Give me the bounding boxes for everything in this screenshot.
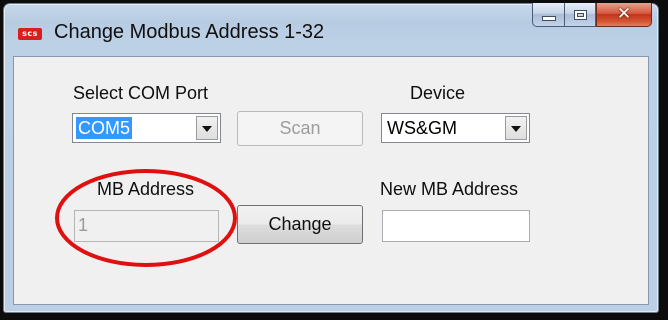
chevron-down-icon[interactable] xyxy=(196,116,218,140)
device-value: WS&GM xyxy=(387,118,457,138)
scan-button[interactable]: Scan xyxy=(237,111,363,146)
dialog-client-area: Select COM Port COM5 Scan Device WS&GM M… xyxy=(13,56,649,305)
device-select[interactable]: WS&GM xyxy=(381,113,530,143)
maximize-icon xyxy=(573,9,587,20)
com-port-value: COM5 xyxy=(76,117,133,139)
close-button[interactable]: ✕ xyxy=(596,3,652,27)
app-logo-icon: scs xyxy=(18,28,42,40)
mb-address-field: 1 xyxy=(74,210,219,242)
dialog-window: scs Change Modbus Address 1-32 ✕ Select … xyxy=(3,3,659,313)
close-icon: ✕ xyxy=(616,4,632,24)
new-mb-address-input[interactable] xyxy=(382,210,530,242)
com-port-select[interactable]: COM5 xyxy=(72,113,221,143)
maximize-button[interactable] xyxy=(564,3,596,27)
device-label: Device xyxy=(410,83,466,103)
title-bar[interactable]: scs Change Modbus Address 1-32 ✕ xyxy=(4,3,658,56)
new-mb-address-label: New MB Address xyxy=(380,179,519,199)
chevron-down-icon[interactable] xyxy=(505,116,527,140)
minimize-icon xyxy=(541,16,556,21)
mb-address-label: MB Address xyxy=(97,179,195,199)
screenshot-frame: scs Change Modbus Address 1-32 ✕ Select … xyxy=(0,0,668,320)
caption-buttons: ✕ xyxy=(532,3,652,27)
change-button[interactable]: Change xyxy=(237,205,363,244)
minimize-button[interactable] xyxy=(532,3,564,27)
window-title: Change Modbus Address 1-32 xyxy=(54,21,325,43)
com-port-label: Select COM Port xyxy=(73,83,209,103)
